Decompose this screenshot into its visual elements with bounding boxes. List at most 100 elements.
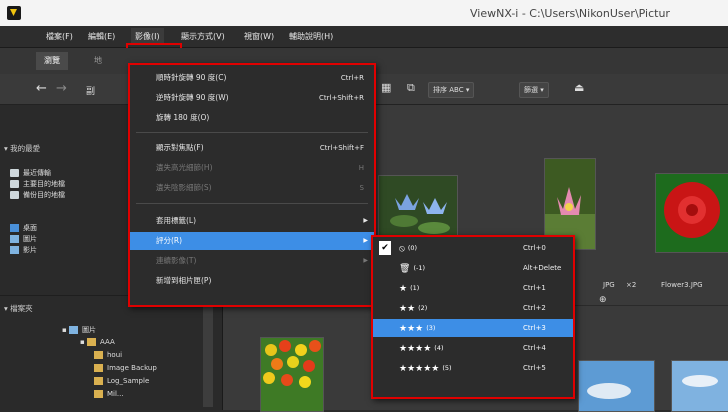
rating-accel: (4) bbox=[434, 344, 444, 352]
favorite-item-label: 最近傳輸 bbox=[23, 169, 51, 177]
favorite-item[interactable]: 最近傳輸 bbox=[10, 168, 51, 178]
menu-item-label: 旋轉 180 度(O) bbox=[156, 113, 210, 122]
tab-map[interactable]: 地 bbox=[86, 52, 110, 70]
folder-header[interactable]: ▾ 檔案夾 bbox=[4, 303, 33, 314]
no-rating-icon: ⦸ bbox=[399, 244, 405, 254]
checkmark-icon: ✔ bbox=[379, 241, 391, 255]
menu-show-focus-point[interactable]: 顯示對焦點(F) Ctrl+Shift+F bbox=[130, 139, 374, 157]
place-item-label: 影片 bbox=[23, 246, 37, 254]
tulips-photo bbox=[261, 338, 323, 411]
menu-view[interactable]: 顯示方式(V) bbox=[181, 31, 225, 42]
menu-shortcut: Ctrl+R bbox=[340, 74, 364, 82]
thumbnail-image[interactable] bbox=[260, 337, 324, 412]
rating-none[interactable]: ✔ ⦸ (0) Ctrl+0 bbox=[373, 239, 573, 257]
star-rating-icon: ★★★★★ bbox=[399, 364, 440, 374]
pin-icon bbox=[10, 180, 19, 188]
rating-accel: (2) bbox=[418, 304, 428, 312]
thumbnail-count-badge: ×2 bbox=[626, 281, 637, 289]
view-mode-icon[interactable]: ▦ bbox=[381, 81, 391, 94]
menu-help[interactable]: 輔助說明(H) bbox=[289, 31, 333, 42]
menu-separator bbox=[136, 203, 368, 204]
tab-browse[interactable]: 瀏覽 bbox=[36, 52, 68, 70]
rating-accel: (-1) bbox=[413, 264, 425, 272]
tree-item[interactable]: houi bbox=[94, 351, 122, 359]
menu-shortcut: Ctrl+5 bbox=[523, 364, 546, 372]
place-item[interactable]: 影片 bbox=[10, 245, 37, 255]
tree-item[interactable]: Mil... bbox=[94, 390, 124, 398]
place-item[interactable]: 圖片 bbox=[10, 234, 37, 244]
rating-accel: (1) bbox=[410, 284, 420, 292]
tree-item-label: Image Backup bbox=[107, 364, 157, 372]
favorites-header[interactable]: ▾ 我的最愛 bbox=[4, 143, 40, 154]
menu-rotate-cw[interactable]: 順時針旋轉 90 度(C) Ctrl+R bbox=[130, 69, 374, 87]
menu-shortcut: S bbox=[359, 184, 364, 192]
menu-edit[interactable]: 編輯(E) bbox=[88, 31, 115, 42]
favorite-item-label: 主要目的地檔 bbox=[23, 180, 65, 188]
tree-item[interactable]: ▪ 圖片 bbox=[62, 325, 96, 335]
label-icon[interactable]: ⏏ bbox=[574, 81, 584, 94]
window-title: ViewNX-i - C:\Users\NikonUser\Pictur bbox=[470, 7, 670, 20]
rating-1-star[interactable]: ★ (1) Ctrl+1 bbox=[373, 279, 573, 297]
menu-shortcut: Ctrl+Shift+F bbox=[319, 144, 364, 152]
rating-submenu: ✔ ⦸ (0) Ctrl+0 🗑 (-1) Alt+Delete ★ (1) Ctrl… bbox=[371, 235, 575, 399]
tree-item[interactable]: Log_Sample bbox=[94, 377, 149, 385]
thumbnail-image[interactable] bbox=[578, 360, 655, 412]
tree-item[interactable]: ▪ AAA bbox=[80, 338, 115, 346]
filter-button[interactable]: 篩選 ▾ bbox=[519, 82, 549, 98]
pin-icon bbox=[10, 169, 19, 177]
rating-2-star[interactable]: ★★ (2) Ctrl+2 bbox=[373, 299, 573, 317]
menu-bar: 檔案(F) 編輯(E) 影像(I) 顯示方式(V) 視窗(W) 輔助說明(H) bbox=[0, 26, 728, 48]
sort-button[interactable]: 排序 ABC ▾ bbox=[428, 82, 475, 98]
favorite-item[interactable]: 主要目的地檔 bbox=[10, 179, 65, 189]
forward-arrow-icon[interactable]: → bbox=[56, 81, 67, 96]
thumbnail-image[interactable] bbox=[671, 360, 728, 412]
menu-item-label: 套用標籤(L) bbox=[156, 216, 197, 225]
rating-reject[interactable]: 🗑 (-1) Alt+Delete bbox=[373, 259, 573, 277]
menu-item-label: 逆時針旋轉 90 度(W) bbox=[156, 93, 229, 102]
folder-icon bbox=[94, 364, 103, 372]
star-rating-icon: ★★ bbox=[399, 304, 416, 314]
menu-item-label: 顯示對焦點(F) bbox=[156, 143, 204, 152]
menu-rotate-ccw[interactable]: 逆時針旋轉 90 度(W) Ctrl+Shift+R bbox=[130, 89, 374, 107]
back-arrow-icon[interactable]: ← bbox=[36, 81, 47, 96]
menu-item-label: 新增到相片匣(P) bbox=[156, 276, 212, 285]
menu-apply-label[interactable]: 套用標籤(L) ▶ bbox=[130, 212, 374, 230]
menu-shortcut: Alt+Delete bbox=[523, 264, 562, 272]
sky-photo bbox=[672, 361, 728, 411]
menu-lost-highlights: 遺失高光細節(H) H bbox=[130, 159, 374, 177]
menu-rotate-180[interactable]: 旋轉 180 度(O) bbox=[130, 109, 374, 127]
folder-icon bbox=[68, 326, 78, 334]
folder-icon bbox=[94, 351, 103, 359]
place-item[interactable]: 桌面 bbox=[10, 223, 37, 233]
rating-3-star[interactable]: ★★★ (3) Ctrl+3 bbox=[373, 319, 573, 337]
thumbnail-caption: Flower3.JPG bbox=[661, 281, 703, 289]
menu-sequence: 連續影像(T) ▶ bbox=[130, 252, 374, 270]
rating-4-star[interactable]: ★★★★ (4) Ctrl+4 bbox=[373, 339, 573, 357]
star-rating-icon: ★★★ bbox=[399, 324, 424, 334]
filter-label: 篩選 bbox=[524, 86, 538, 94]
sky-photo bbox=[579, 361, 654, 411]
rating-5-star[interactable]: ★★★★★ (5) Ctrl+5 bbox=[373, 359, 573, 377]
compare-icon[interactable]: ⧉ bbox=[407, 81, 415, 95]
rating-accel: (5) bbox=[442, 364, 452, 372]
menu-file[interactable]: 檔案(F) bbox=[46, 31, 73, 42]
menu-shortcut: Ctrl+0 bbox=[523, 244, 546, 252]
favorite-item[interactable]: 備份目的地檔 bbox=[10, 190, 65, 200]
menu-item-label: 遺失陰影細節(S) bbox=[156, 183, 212, 192]
menu-shortcut: H bbox=[358, 164, 364, 172]
menu-window[interactable]: 視窗(W) bbox=[244, 31, 274, 42]
place-item-label: 圖片 bbox=[23, 235, 37, 243]
tree-item-label: 圖片 bbox=[81, 326, 96, 334]
menu-rating[interactable]: 評分(R) ▶ bbox=[130, 232, 374, 250]
favorite-item-label: 備份目的地檔 bbox=[23, 191, 65, 199]
favorites-header-label: 我的最愛 bbox=[10, 144, 41, 153]
menu-add-to-photo-tray[interactable]: 新增到相片匣(P) bbox=[130, 272, 374, 290]
desktop-icon bbox=[10, 224, 19, 232]
folder-icon bbox=[94, 390, 103, 398]
thumbnail-image[interactable] bbox=[655, 173, 728, 253]
star-rating-icon: ★★★★ bbox=[399, 344, 432, 354]
thumbnail-caption: JPG bbox=[603, 281, 615, 289]
rating-accel: (3) bbox=[426, 324, 436, 332]
tree-item[interactable]: Image Backup bbox=[94, 364, 157, 372]
pictures-icon bbox=[10, 235, 19, 243]
